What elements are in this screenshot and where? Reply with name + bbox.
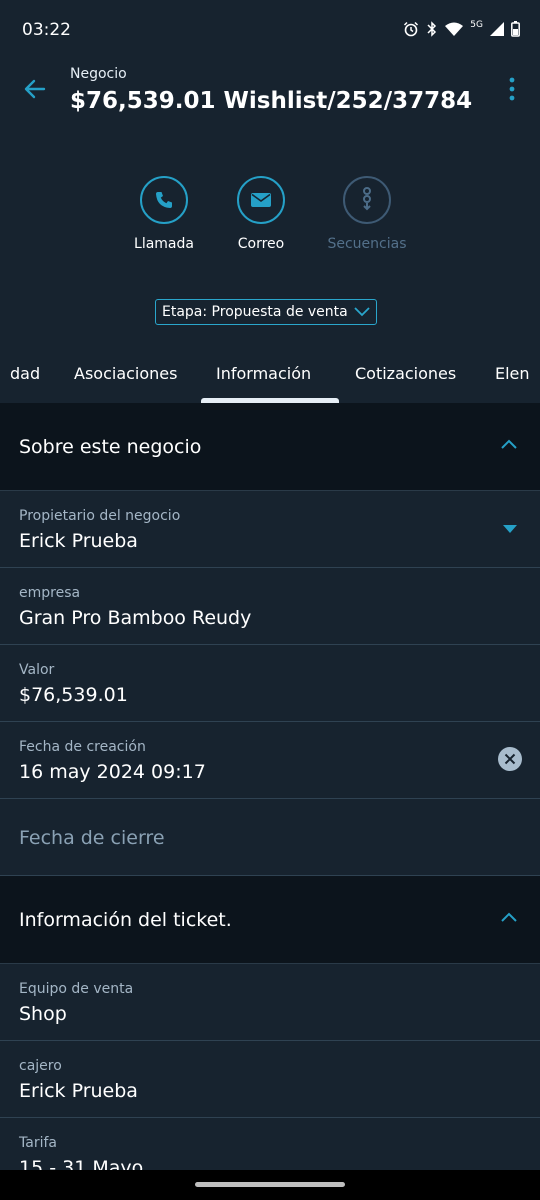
sales-team-label: Equipo de venta <box>19 981 134 997</box>
record-tabs: dad Asociaciones Información Cotizacione… <box>0 354 540 404</box>
sequences-action: Secuencias <box>312 176 422 252</box>
bluetooth-icon <box>427 21 437 37</box>
rate-value: 15 - 31 Mayo <box>19 1157 144 1170</box>
stage-label: Etapa: Propuesta de venta <box>162 304 348 320</box>
company-label: empresa <box>19 585 81 601</box>
tab-information[interactable]: Información <box>216 364 311 383</box>
record-header: Negocio $76,539.01 Wishlist/252/37784 Ll… <box>0 62 540 404</box>
amount-field[interactable]: Valor $76,539.01 <box>0 645 540 722</box>
email-action[interactable]: Correo <box>206 176 316 252</box>
home-gesture-handle[interactable] <box>195 1182 345 1187</box>
more-options-icon[interactable] <box>506 76 518 102</box>
wifi-icon <box>445 22 464 36</box>
created-date-value: 16 may 2024 09:17 <box>19 761 206 783</box>
sales-team-value: Shop <box>19 1003 67 1025</box>
company-value: Gran Pro Bamboo Reudy <box>19 607 252 629</box>
amount-value: $76,539.01 <box>19 684 128 706</box>
section-ticket-header[interactable]: Información del ticket. <box>0 876 540 964</box>
cashier-field[interactable]: cajero Erick Prueba <box>0 1041 540 1118</box>
owner-label: Propietario del negocio <box>19 508 181 524</box>
sequences-action-label: Secuencias <box>327 236 407 252</box>
owner-field[interactable]: Propietario del negocio Erick Prueba <box>0 491 540 568</box>
tab-elements[interactable]: Elen <box>495 364 530 383</box>
section-about-title: Sobre este negocio <box>19 436 202 458</box>
record-title: $76,539.01 Wishlist/252/37784 <box>70 88 473 114</box>
status-icons: 5G <box>403 20 520 37</box>
amount-label: Valor <box>19 662 55 678</box>
mail-icon[interactable] <box>237 176 285 224</box>
back-arrow-icon[interactable] <box>22 76 48 102</box>
tab-quotes[interactable]: Cotizaciones <box>355 364 456 383</box>
created-date-field[interactable]: Fecha de creación 16 may 2024 09:17 <box>0 722 540 799</box>
stage-selector[interactable]: Etapa: Propuesta de venta <box>155 299 377 325</box>
chevron-up-icon <box>501 439 517 449</box>
chevron-up-icon <box>501 912 517 922</box>
network-type-label: 5G <box>470 20 483 30</box>
cashier-value: Erick Prueba <box>19 1080 138 1102</box>
signal-icon <box>490 22 504 36</box>
rate-label: Tarifa <box>19 1135 57 1151</box>
cashier-label: cajero <box>19 1058 62 1074</box>
status-time: 03:22 <box>22 20 71 40</box>
information-panel: Sobre este negocio Propietario del negoc… <box>0 403 540 1170</box>
close-date-placeholder: Fecha de cierre <box>19 827 165 849</box>
call-action[interactable]: Llamada <box>109 176 219 252</box>
section-about-header[interactable]: Sobre este negocio <box>0 403 540 491</box>
chevron-down-icon <box>354 307 370 317</box>
rate-field[interactable]: Tarifa 15 - 31 Mayo <box>0 1118 540 1170</box>
call-action-label: Llamada <box>134 236 194 252</box>
object-type-label: Negocio <box>70 66 127 82</box>
status-bar: 03:22 5G <box>0 0 540 62</box>
battery-icon <box>511 21 520 37</box>
clear-icon[interactable] <box>498 747 522 771</box>
created-date-label: Fecha de creación <box>19 739 146 755</box>
alarm-icon <box>404 21 419 37</box>
system-nav-bar <box>0 1170 540 1200</box>
dropdown-triangle-icon[interactable] <box>502 524 518 534</box>
close-date-field[interactable]: Fecha de cierre <box>0 799 540 876</box>
tab-activity[interactable]: dad <box>10 364 40 383</box>
sales-team-field[interactable]: Equipo de venta Shop <box>0 964 540 1041</box>
sequences-icon <box>343 176 391 224</box>
tab-associations[interactable]: Asociaciones <box>74 364 177 383</box>
phone-icon[interactable] <box>140 176 188 224</box>
section-ticket-title: Información del ticket. <box>19 909 232 931</box>
owner-value: Erick Prueba <box>19 530 138 552</box>
email-action-label: Correo <box>237 236 285 252</box>
company-field[interactable]: empresa Gran Pro Bamboo Reudy <box>0 568 540 645</box>
